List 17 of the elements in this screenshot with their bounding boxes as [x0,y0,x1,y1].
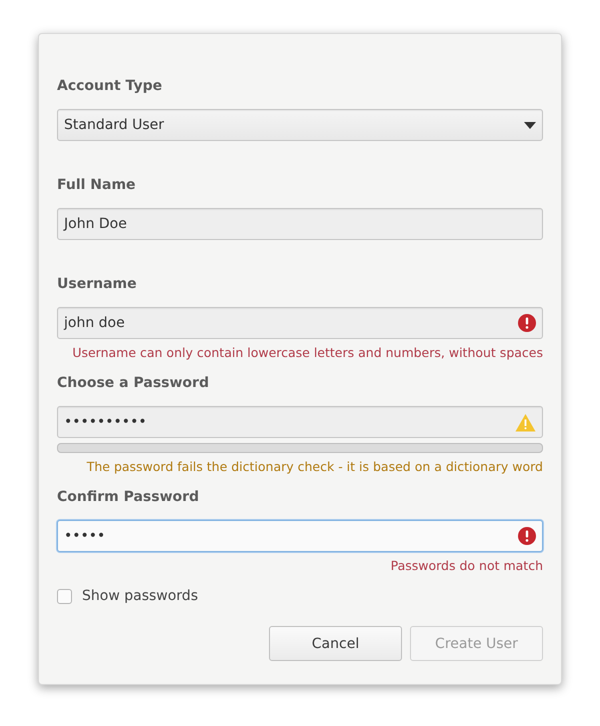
caret-icon [524,122,536,128]
checkbox-label: Show passwords [82,588,198,604]
checkbox[interactable] [57,588,72,604]
validation-message: Username can only contain lowercase letters and numbers, without spaces [71,345,543,361]
field-label: Full Name [57,176,137,195]
field-label: Confirm Password [57,488,200,507]
account-type-dropdown[interactable]: Standard User [57,109,543,141]
validation-message: Passwords do not match [390,558,543,574]
input-field[interactable]: john doe [57,307,543,339]
cancel-button[interactable]: Cancel [269,626,402,661]
input-field[interactable]: ••••• [57,520,543,552]
input-field[interactable]: John Doe [57,208,543,240]
validation-message: The password fails the dictionary check - it is based on a dictionary word [86,459,543,475]
input-field[interactable]: •••••••••• [57,406,543,438]
field-label: Account Type [57,77,164,96]
field-label: Choose a Password [57,374,210,393]
field-label: Username [57,275,138,294]
